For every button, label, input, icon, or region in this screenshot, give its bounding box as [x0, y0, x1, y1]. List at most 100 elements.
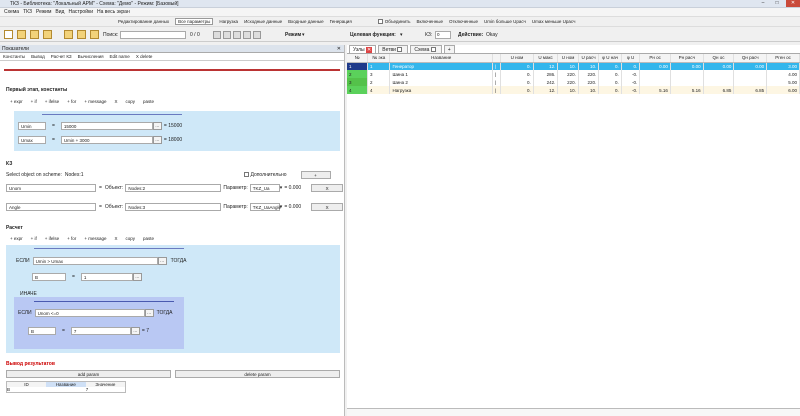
expr-umin[interactable]: 15000	[60, 122, 153, 130]
filter-source-data[interactable]: Исходные данные	[244, 19, 282, 24]
menu-item-mode[interactable]: Режим	[36, 9, 51, 15]
param-select[interactable]: TKZ_Ua	[249, 183, 280, 192]
object-input[interactable]: Nodes:3	[125, 202, 222, 211]
tab-calculations[interactable]: Вычисления	[78, 53, 104, 61]
search-input[interactable]	[120, 31, 186, 39]
cell[interactable]: 10.	[578, 62, 600, 70]
column-header[interactable]: φ U нач	[598, 54, 622, 63]
add-param-button[interactable]: add param	[6, 370, 171, 378]
tab-scheme[interactable]: Схема	[410, 45, 442, 53]
tab-branches[interactable]: Ветви	[378, 45, 409, 53]
cell-id[interactable]: B	[7, 387, 47, 393]
op-message[interactable]: + message	[84, 99, 106, 104]
cell[interactable]: 2	[367, 78, 391, 86]
extra-checkbox[interactable]	[243, 172, 249, 177]
menu-item-scheme[interactable]: Схема	[4, 9, 19, 15]
op-ifelse[interactable]: + ifelse	[45, 99, 59, 104]
op-paste[interactable]: paste	[143, 99, 154, 104]
check-enabled[interactable]: Включенные	[416, 19, 442, 24]
cell[interactable]: 10.	[557, 86, 579, 94]
cell[interactable]: -0.	[621, 86, 641, 94]
cell[interactable]: 2	[347, 70, 368, 78]
refresh-icon[interactable]	[253, 31, 261, 39]
cell[interactable]: 12.	[533, 86, 559, 94]
remove-row-button[interactable]: X	[311, 202, 344, 211]
cell[interactable]: 286.	[533, 70, 559, 78]
grid-icon[interactable]	[64, 30, 73, 39]
param-dropdown-icon[interactable]: ▾	[280, 185, 283, 191]
op-paste[interactable]: paste	[143, 236, 154, 241]
cell[interactable]: 0.	[500, 86, 534, 94]
panel-close-icon[interactable]: ✕	[337, 45, 341, 53]
column-header[interactable]: U ном	[557, 54, 579, 63]
kz-input[interactable]: 0	[435, 31, 451, 39]
cell[interactable]: 4	[347, 86, 368, 94]
filter-load[interactable]: Нагрузка	[219, 19, 238, 24]
cell[interactable]: 3	[347, 78, 368, 86]
op-delete[interactable]: X	[114, 99, 117, 104]
menu-item-tkz[interactable]: ТКЗ	[23, 9, 32, 15]
filter-edit-data[interactable]: Редактирование данных	[118, 19, 169, 24]
maximize-button[interactable]: □	[770, 0, 784, 7]
cell[interactable]: |	[492, 62, 502, 70]
cell[interactable]: 0.	[598, 78, 622, 86]
cell[interactable]: 0.	[500, 78, 534, 86]
column-header[interactable]: Pген ос	[766, 54, 800, 63]
check-disabled[interactable]: Отключенные	[449, 19, 478, 24]
cell[interactable]: 220.	[557, 78, 579, 86]
expr-edit-button[interactable]: …	[157, 257, 167, 265]
cell[interactable]	[733, 78, 768, 86]
column-header[interactable]: Qн расч	[733, 54, 768, 63]
expr-edit-button[interactable]: …	[130, 327, 140, 335]
column-header[interactable]: № эка	[367, 54, 391, 63]
undo-icon[interactable]	[43, 30, 52, 39]
close-icon[interactable]: ✕	[366, 47, 373, 53]
cell[interactable]	[703, 78, 735, 86]
op-if[interactable]: + if	[31, 99, 37, 104]
cell[interactable]: 12.	[533, 62, 559, 70]
kz-var-name[interactable]: Angle	[6, 202, 96, 211]
op-copy[interactable]: copy	[125, 99, 135, 104]
tab-delete[interactable]: X delete	[136, 53, 153, 61]
cell[interactable]: 1	[367, 62, 391, 70]
var-name-umin[interactable]: Umin	[18, 122, 46, 130]
sort-icon[interactable]	[223, 31, 231, 39]
select-object-value[interactable]: Nodes:1	[65, 172, 84, 178]
param-select[interactable]: TKZ_UaAngle	[249, 202, 281, 211]
cell[interactable]: 4.00	[766, 70, 800, 78]
remove-row-button[interactable]: X	[311, 183, 344, 192]
object-input[interactable]: Nodes:2	[125, 183, 222, 192]
column-header[interactable]: Qн ос	[703, 54, 735, 63]
cell[interactable]: 3.00	[766, 62, 800, 70]
tab-close-icon[interactable]	[430, 47, 436, 53]
expr-edit-button[interactable]: …	[144, 309, 154, 317]
cell[interactable]: 6.00	[766, 86, 800, 94]
cell[interactable]: |	[492, 86, 502, 94]
cell[interactable]: 0.	[598, 70, 622, 78]
cell[interactable]: 220.	[578, 70, 600, 78]
cell[interactable]: 6.85	[733, 86, 768, 94]
column-header[interactable]: Pн расч	[670, 54, 704, 63]
cell[interactable]: -0.	[621, 78, 641, 86]
expr-edit-button[interactable]: …	[132, 273, 142, 281]
column-header[interactable]: №	[347, 54, 368, 63]
check-merge[interactable]: Объединить	[377, 19, 410, 25]
filter-all-params[interactable]: Все параметры	[175, 18, 214, 25]
cell[interactable]: |	[492, 70, 502, 78]
assign-value[interactable]: 1	[80, 273, 133, 281]
cell-value[interactable]: 7	[86, 387, 126, 393]
table-row[interactable]: B 7	[7, 387, 126, 393]
column-header[interactable]	[492, 54, 502, 63]
assign-var[interactable]: B	[32, 273, 66, 281]
horizontal-scrollbar[interactable]	[347, 408, 800, 416]
column-header[interactable]: U макс	[533, 54, 559, 63]
cell[interactable]: Шина 2	[389, 78, 493, 86]
open-folder-icon[interactable]	[17, 30, 26, 39]
cell[interactable]: 0.	[621, 62, 641, 70]
cell[interactable]: 0.00	[703, 62, 735, 70]
cell[interactable]: 6.85	[703, 86, 735, 94]
filter-icon[interactable]	[213, 31, 221, 39]
menu-item-view[interactable]: Вид	[55, 9, 64, 15]
cell[interactable]	[670, 78, 704, 86]
check-umax-lt[interactable]: Umax меньше Uрасч	[532, 19, 576, 24]
